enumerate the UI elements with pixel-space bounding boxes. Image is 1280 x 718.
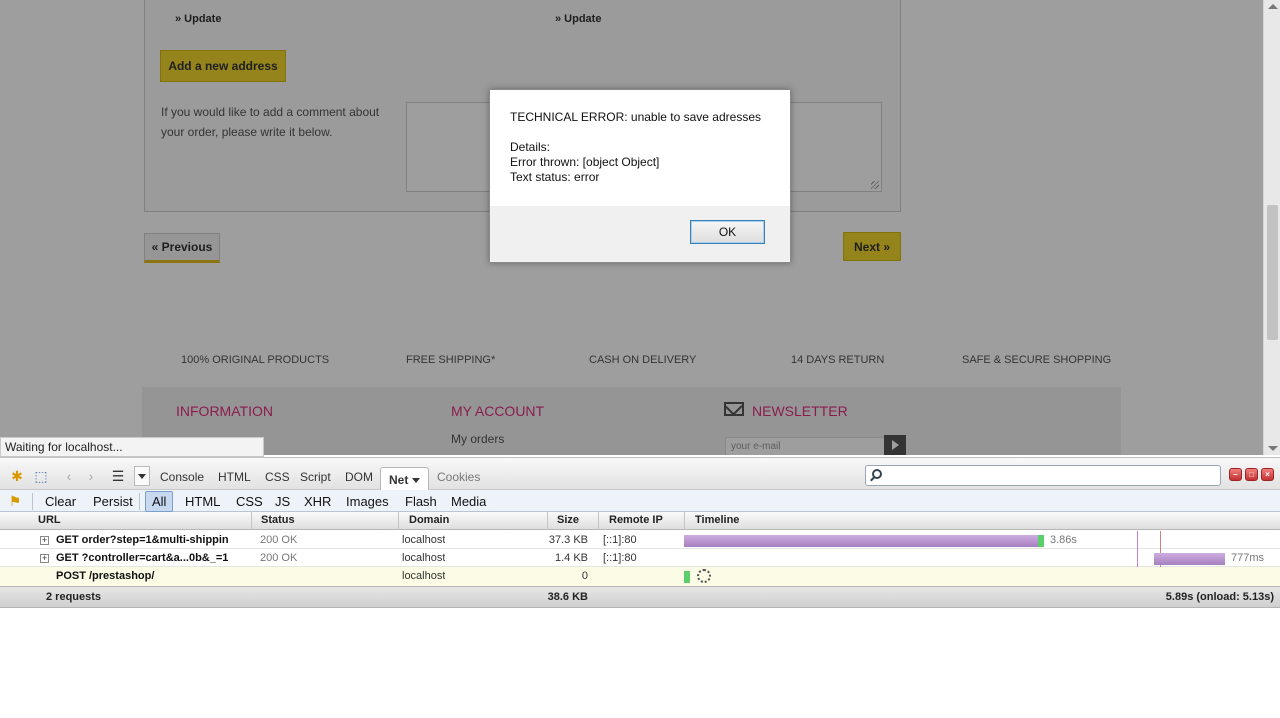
request-size: 0 (581, 570, 588, 582)
filter-flash[interactable]: Flash (405, 494, 437, 509)
tab-cookies[interactable]: Cookies (437, 468, 480, 486)
net-summary-row: 2 requests 38.6 KB 5.89s (onload: 5.13s) (0, 586, 1280, 608)
request-url: GET ?controller=cart&a...0b&_=1 (56, 552, 229, 564)
persist-button[interactable]: Persist (93, 494, 133, 509)
alert-message: TECHNICAL ERROR: unable to save adresses (510, 110, 761, 124)
table-row[interactable]: + GET order?step=1&multi-shippin 200 OK … (0, 531, 1280, 549)
request-status: 200 OK (260, 552, 298, 564)
inspect-element-icon[interactable]: ⬚ (32, 468, 50, 484)
tab-console[interactable]: Console (160, 468, 204, 486)
column-status[interactable]: Status (261, 514, 295, 526)
clear-button[interactable]: Clear (45, 494, 76, 509)
tab-css[interactable]: CSS (265, 468, 290, 486)
page-scrollbar[interactable] (1263, 0, 1280, 455)
tab-net-label: Net (389, 473, 409, 487)
filter-images[interactable]: Images (346, 494, 389, 509)
menu-lines-icon[interactable]: ☰ (109, 468, 127, 484)
tab-dom[interactable]: DOM (345, 468, 373, 486)
tab-html[interactable]: HTML (218, 468, 251, 486)
timeline-bar (1154, 553, 1225, 565)
search-icon (872, 469, 882, 479)
separator (139, 493, 140, 510)
alert-details-label: Details: (510, 140, 551, 154)
alert-text-status: Text status: error (510, 170, 600, 184)
request-size: 37.3 KB (548, 534, 588, 546)
summary-total-time: 5.89s (onload: 5.13s) (1165, 591, 1274, 603)
request-status: 200 OK (260, 534, 298, 546)
column-timeline[interactable]: Timeline (695, 514, 739, 526)
firebug-panel: ✱ ⬚ ‹ › ☰ Console HTML CSS Script DOM Ne… (0, 457, 1280, 718)
alert-dialog: TECHNICAL ERROR: unable to save adresses… (489, 89, 791, 263)
request-remote-ip: [::1]:80 (603, 552, 637, 564)
filter-all[interactable]: All (145, 491, 174, 512)
request-domain: localhost (402, 570, 446, 582)
timeline-bar-received (684, 571, 690, 583)
alert-error-thrown: Error thrown: [object Object] (510, 155, 660, 169)
expand-icon[interactable]: + (40, 536, 49, 545)
close-icon[interactable]: × (1261, 468, 1274, 481)
loading-spinner-icon (697, 569, 711, 583)
net-filter-bar: ⚑ Clear Persist All HTML CSS JS XHR Imag… (0, 490, 1280, 512)
timeline-marker (1137, 549, 1138, 567)
request-remote-ip: [::1]:80 (603, 534, 637, 546)
filter-html[interactable]: HTML (185, 494, 220, 509)
column-remote-ip[interactable]: Remote IP (609, 514, 663, 526)
table-row[interactable]: POST /prestashop/ localhost 0 (0, 567, 1280, 587)
timeline-bar-received (1038, 535, 1044, 547)
detach-icon[interactable]: □ (1245, 468, 1258, 481)
menu-dropdown-icon[interactable] (134, 466, 150, 486)
back-arrow-icon[interactable]: ‹ (60, 468, 78, 484)
table-row[interactable]: + GET ?controller=cart&a...0b&_=1 200 OK… (0, 549, 1280, 567)
scroll-down-icon[interactable] (1268, 446, 1278, 451)
request-url: GET order?step=1&multi-shippin (56, 534, 229, 546)
filter-js[interactable]: JS (275, 494, 290, 509)
request-size: 1.4 KB (554, 552, 588, 564)
chevron-down-icon[interactable] (412, 478, 421, 484)
separator (32, 493, 33, 510)
firebug-bug-icon[interactable]: ✱ (8, 468, 26, 484)
timeline-marker (1160, 531, 1161, 549)
request-domain: localhost (402, 552, 446, 564)
scroll-thumb[interactable] (1267, 205, 1278, 340)
scroll-up-icon[interactable] (1268, 4, 1278, 9)
xhr-breakpoint-icon[interactable]: ⚑ (6, 493, 24, 509)
ok-button[interactable]: OK (690, 220, 765, 244)
firebug-toolbar: ✱ ⬚ ‹ › ☰ Console HTML CSS Script DOM Ne… (0, 457, 1280, 492)
forward-arrow-icon[interactable]: › (82, 468, 100, 484)
column-url[interactable]: URL (38, 514, 61, 526)
net-column-header: URL Status Domain Size Remote IP Timelin… (0, 512, 1280, 530)
expand-icon[interactable]: + (40, 554, 49, 563)
summary-total-size: 38.6 KB (547, 591, 588, 603)
filter-media[interactable]: Media (451, 494, 486, 509)
timeline-marker (1137, 531, 1138, 549)
column-domain[interactable]: Domain (409, 514, 449, 526)
filter-xhr[interactable]: XHR (304, 494, 331, 509)
filter-css[interactable]: CSS (236, 494, 263, 509)
alert-dialog-body: TECHNICAL ERROR: unable to save adresses… (490, 90, 790, 206)
request-time: 777ms (1231, 552, 1265, 564)
minimize-icon[interactable]: – (1229, 468, 1242, 481)
tab-net[interactable]: Net (380, 467, 430, 492)
summary-request-count: 2 requests (46, 591, 102, 603)
request-time: 3.86s (1050, 534, 1077, 546)
request-url: POST /prestashop/ (56, 570, 155, 582)
browser-status-bar: Waiting for localhost... (0, 437, 264, 457)
tab-script[interactable]: Script (300, 468, 331, 486)
firebug-search-input[interactable] (865, 465, 1221, 486)
timeline-bar (684, 535, 1038, 547)
request-domain: localhost (402, 534, 446, 546)
column-size[interactable]: Size (557, 514, 579, 526)
